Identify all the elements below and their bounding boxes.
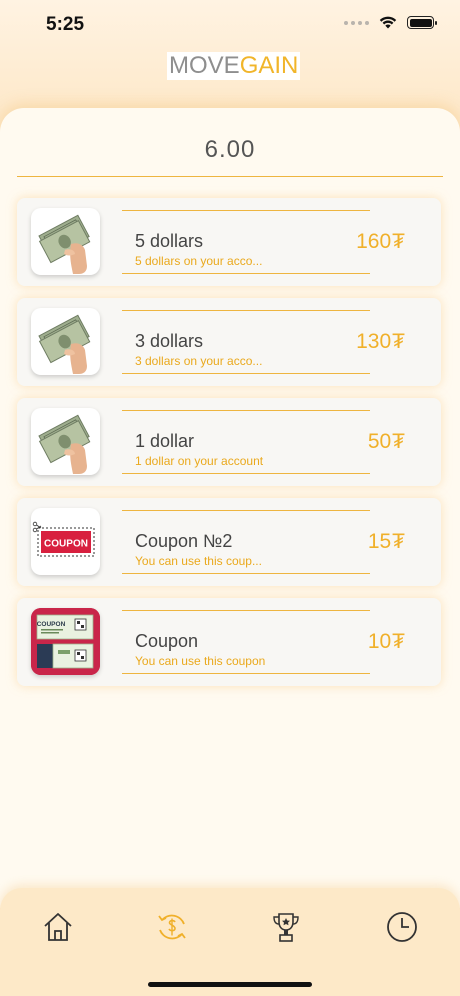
- reward-description: 5 dollars on your acco...: [135, 254, 263, 268]
- battery-icon: [407, 16, 437, 29]
- coupon-ticket-text: COUPON: [37, 621, 66, 628]
- reward-title: Coupon: [135, 631, 199, 651]
- tab-achievements[interactable]: [269, 910, 303, 944]
- coupon-scissors-icon: COUPON: [32, 521, 95, 557]
- card-top-divider: [122, 410, 370, 411]
- balance-divider: [17, 176, 443, 177]
- reward-item-coupon-2[interactable]: COUPON Coupon №2 You can use this coup..…: [17, 498, 441, 586]
- card-top-divider: [122, 310, 370, 311]
- card-bottom-divider: [122, 473, 370, 474]
- tab-exchange[interactable]: [155, 910, 189, 944]
- reward-price: 160 ₮: [356, 230, 405, 254]
- card-top-divider: [122, 210, 370, 211]
- card-top-divider: [122, 610, 370, 611]
- clock-icon: [387, 912, 417, 942]
- reward-title: Coupon №2: [135, 531, 233, 551]
- currency-icon: ₮: [392, 630, 405, 653]
- card-top-divider: [122, 510, 370, 511]
- status-time: 5:25: [46, 14, 85, 35]
- rewards-list: 5 dollars 5 dollars on your acco... 160 ₮: [17, 198, 441, 698]
- reward-item-5-dollars[interactable]: 5 dollars 5 dollars on your acco... 160 ₮: [17, 198, 441, 286]
- reward-price: 15 ₮: [368, 530, 405, 554]
- dollar-bill-hand-icon: [38, 214, 91, 274]
- currency-icon: ₮: [392, 330, 405, 353]
- reward-description: You can use this coupon: [135, 654, 266, 668]
- reward-item-3-dollars[interactable]: 3 dollars 3 dollars on your acco... 130 ₮: [17, 298, 441, 386]
- cellular-signal-icon: [344, 20, 369, 25]
- reward-title: 3 dollars: [135, 331, 204, 351]
- reward-thumbnail: [31, 408, 100, 475]
- coupon-thumb-text: COUPON: [44, 539, 88, 550]
- exchange-coin-icon: [158, 914, 186, 940]
- bottom-tab-bar: [0, 888, 460, 996]
- card-bottom-divider: [122, 273, 370, 274]
- reward-item-1-dollar[interactable]: 1 dollar 1 dollar on your account 50 ₮: [17, 398, 441, 486]
- reward-description: 1 dollar on your account: [135, 454, 264, 468]
- home-icon: [44, 913, 72, 941]
- reward-price: 130 ₮: [356, 330, 405, 354]
- logo-move-text: MOVE: [169, 52, 240, 79]
- wifi-icon: [379, 16, 397, 29]
- card-bottom-divider: [122, 373, 370, 374]
- dollar-bill-hand-icon: [38, 314, 91, 374]
- currency-icon: ₮: [392, 230, 405, 253]
- tab-home[interactable]: [41, 910, 75, 944]
- reward-thumbnail: COUPON: [31, 608, 100, 675]
- status-icons: [344, 16, 437, 29]
- card-bottom-divider: [122, 573, 370, 574]
- currency-icon: ₮: [392, 530, 405, 553]
- trophy-icon: [273, 913, 299, 942]
- logo-gain-text: GAIN: [239, 52, 299, 79]
- app-logo: MOVE GAIN: [167, 52, 301, 80]
- dollar-bill-hand-icon: [38, 414, 91, 474]
- currency-icon: ₮: [392, 430, 405, 453]
- reward-description: 3 dollars on your acco...: [135, 354, 263, 368]
- reward-thumbnail: [31, 208, 100, 275]
- price-value: 50: [367, 430, 392, 453]
- card-bottom-divider: [122, 673, 370, 674]
- price-value: 160: [356, 230, 392, 253]
- reward-price: 50 ₮: [368, 430, 405, 454]
- home-indicator: [148, 982, 312, 987]
- tab-history[interactable]: [385, 910, 419, 944]
- reward-item-coupon[interactable]: COUPON Coupon You can use this coupon 10…: [17, 598, 441, 686]
- coupon-ticket-icon: COUPON: [31, 608, 100, 675]
- reward-price: 10 ₮: [368, 630, 405, 654]
- price-value: 15: [367, 530, 392, 553]
- reward-description: You can use this coup...: [135, 554, 262, 568]
- reward-thumbnail: COUPON: [31, 508, 100, 575]
- status-bar: 5:25: [0, 0, 460, 50]
- balance-value: 6.00: [204, 136, 256, 163]
- reward-title: 5 dollars: [135, 231, 204, 251]
- price-value: 10: [367, 630, 392, 653]
- reward-thumbnail: [31, 308, 100, 375]
- price-value: 130: [356, 330, 392, 353]
- reward-title: 1 dollar: [135, 431, 195, 451]
